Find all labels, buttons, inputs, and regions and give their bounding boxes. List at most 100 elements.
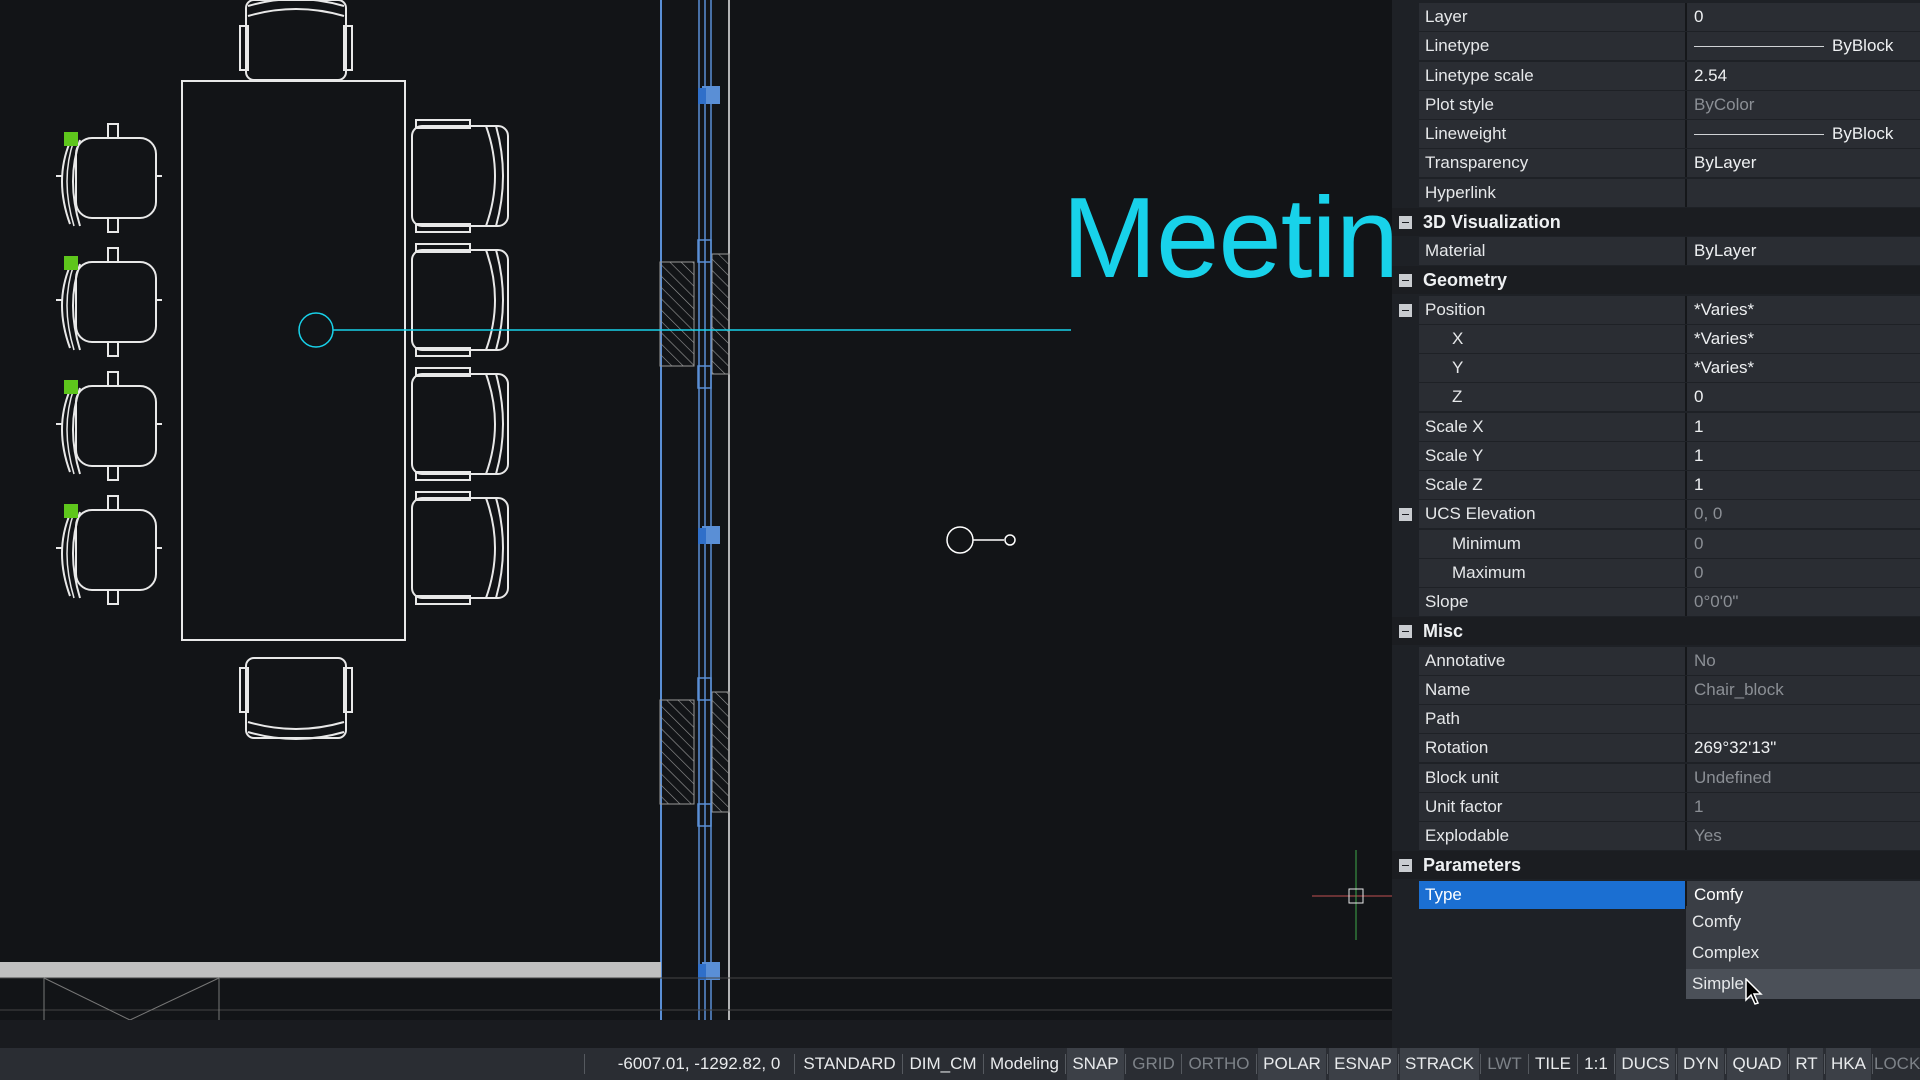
- status-toggle-lockui[interactable]: LOCKUI: [1874, 1048, 1920, 1080]
- collapse-icon[interactable]: [1399, 625, 1412, 638]
- prop-row-position[interactable]: Position *Varies*: [1419, 296, 1920, 324]
- prop-value[interactable]: [1687, 705, 1920, 733]
- status-toggle-rt[interactable]: RT: [1790, 1048, 1823, 1080]
- collapse-icon[interactable]: [1399, 274, 1412, 287]
- prop-row-explodable[interactable]: Explodable Yes: [1419, 822, 1920, 850]
- prop-value[interactable]: *Varies*: [1687, 354, 1920, 382]
- status-toggle-dyn[interactable]: DYN: [1678, 1048, 1724, 1080]
- prop-value[interactable]: ByLayer: [1687, 237, 1920, 265]
- prop-row-minimum[interactable]: Minimum 0: [1419, 530, 1920, 558]
- status-toggle-quad[interactable]: QUAD: [1727, 1048, 1787, 1080]
- prop-row-hyperlink[interactable]: Hyperlink: [1419, 179, 1920, 207]
- meeting-table[interactable]: [181, 80, 406, 641]
- prop-row-scale-x[interactable]: Scale X1: [1419, 413, 1920, 441]
- prop-value[interactable]: [1687, 179, 1920, 207]
- dropdown-option-complex[interactable]: Complex: [1686, 938, 1920, 968]
- status-toggle-1-1[interactable]: 1:1: [1579, 1048, 1613, 1080]
- status-toggle-ortho[interactable]: ORTHO: [1183, 1048, 1255, 1080]
- prop-name: Slope: [1419, 588, 1687, 616]
- prop-value[interactable]: 2.54: [1687, 62, 1920, 90]
- prop-row-lineweight[interactable]: Lineweight ByBlock: [1419, 120, 1920, 148]
- prop-value[interactable]: ByBlock: [1687, 120, 1920, 148]
- prop-value: 0: [1687, 530, 1920, 558]
- status-toggle-tile[interactable]: TILE: [1530, 1048, 1576, 1080]
- grip-1[interactable]: [64, 132, 78, 146]
- collapse-icon[interactable]: [1399, 304, 1412, 317]
- prop-row-linetype-scale[interactable]: Linetype scale 2.54: [1419, 62, 1920, 90]
- prop-row-transparency[interactable]: Transparency ByLayer: [1419, 149, 1920, 177]
- floor-plan-drawing[interactable]: [0, 0, 1392, 1048]
- status-toggle-snap[interactable]: SNAP: [1067, 1048, 1124, 1080]
- prop-value[interactable]: 1: [1687, 471, 1920, 499]
- chair-bottom[interactable]: [239, 657, 353, 740]
- category-3d-visualization[interactable]: 3D Visualization: [1392, 208, 1920, 236]
- prop-value[interactable]: *Varies*: [1687, 296, 1920, 324]
- prop-value[interactable]: 0: [1687, 383, 1920, 411]
- prop-row-x[interactable]: X *Varies*: [1419, 325, 1920, 353]
- prop-row-layer[interactable]: Layer 0: [1419, 3, 1920, 31]
- status-toggle-hka[interactable]: HKA: [1826, 1048, 1871, 1080]
- status-toggle-dim-cm[interactable]: DIM_CM: [904, 1048, 982, 1080]
- status-toggle-standard[interactable]: STANDARD: [798, 1048, 901, 1080]
- prop-row-block-unit[interactable]: Block unit Undefined: [1419, 764, 1920, 792]
- prop-value[interactable]: ByBlock: [1687, 32, 1920, 60]
- prop-value[interactable]: 269°32'13": [1687, 734, 1920, 762]
- prop-value[interactable]: ByLayer: [1687, 149, 1920, 177]
- status-toggle-polar[interactable]: POLAR: [1258, 1048, 1326, 1080]
- status-toggle-modeling[interactable]: Modeling: [985, 1048, 1064, 1080]
- collapse-icon[interactable]: [1399, 508, 1412, 521]
- chair-right-2[interactable]: [411, 243, 509, 357]
- dropdown-option-comfy[interactable]: Comfy: [1686, 907, 1920, 937]
- prop-value[interactable]: 0: [1687, 3, 1920, 31]
- prop-row-slope[interactable]: Slope 0°0'0": [1419, 588, 1920, 616]
- status-toggle-esnap[interactable]: ESNAP: [1329, 1048, 1397, 1080]
- bottom-wall[interactable]: [0, 962, 1392, 1048]
- prop-row-scale-y[interactable]: Scale Y1: [1419, 442, 1920, 470]
- status-toggle-grid[interactable]: GRID: [1127, 1048, 1180, 1080]
- prop-name: Path: [1419, 705, 1687, 733]
- prop-row-y[interactable]: Y *Varies*: [1419, 354, 1920, 382]
- prop-row-annotative[interactable]: Annotative No: [1419, 647, 1920, 675]
- prop-name: Transparency: [1419, 149, 1687, 177]
- grip-2[interactable]: [64, 256, 78, 270]
- prop-row-z[interactable]: Z0: [1419, 383, 1920, 411]
- prop-row-rotation[interactable]: Rotation 269°32'13": [1419, 734, 1920, 762]
- drawing-canvas[interactable]: Meetin: [0, 0, 1392, 1048]
- collapse-icon[interactable]: [1399, 216, 1412, 229]
- collapse-icon[interactable]: [1399, 859, 1412, 872]
- chair-right-4[interactable]: [411, 491, 509, 605]
- prop-row-path[interactable]: Path: [1419, 705, 1920, 733]
- status-toggle-strack[interactable]: STRACK: [1400, 1048, 1479, 1080]
- prop-row-ucs-elevation[interactable]: UCS Elevation 0, 0: [1419, 500, 1920, 528]
- prop-row-maximum[interactable]: Maximum 0: [1419, 559, 1920, 587]
- grip-4[interactable]: [64, 504, 78, 518]
- prop-row-name[interactable]: Name Chair_block: [1419, 676, 1920, 704]
- chair-right-3[interactable]: [411, 367, 509, 481]
- category-misc[interactable]: Misc: [1392, 617, 1920, 645]
- properties-panel[interactable]: Layer 0 Linetype ByBlock Linetype scale 2.54 P…: [1392, 0, 1920, 1048]
- category-parameters[interactable]: Parameters: [1392, 851, 1920, 879]
- prop-row-scale-z[interactable]: Scale Z1: [1419, 471, 1920, 499]
- category-geometry[interactable]: Geometry: [1392, 266, 1920, 294]
- prop-row-plot-style[interactable]: Plot style ByColor: [1419, 91, 1920, 119]
- wall[interactable]: [659, 0, 730, 1020]
- rotation-grip-circle[interactable]: [298, 312, 334, 348]
- status-toggle-ducs[interactable]: DUCS: [1616, 1048, 1675, 1080]
- dropdown-option-simple[interactable]: Simple: [1686, 969, 1920, 999]
- room-label-text[interactable]: Meetin: [1062, 182, 1392, 296]
- status-separator: [1181, 1054, 1182, 1074]
- prop-row-unit-factor[interactable]: Unit factor 1: [1419, 793, 1920, 821]
- prop-row-material[interactable]: Material ByLayer: [1419, 237, 1920, 265]
- prop-row-type[interactable]: Type Comfy: [1419, 881, 1920, 909]
- chair-top[interactable]: [239, 0, 353, 81]
- grip-3[interactable]: [64, 380, 78, 394]
- prop-value[interactable]: *Varies*: [1687, 325, 1920, 353]
- prop-value[interactable]: Comfy: [1687, 881, 1920, 909]
- prop-value[interactable]: 1: [1687, 413, 1920, 441]
- category-label: Misc: [1423, 621, 1464, 641]
- chair-right-1[interactable]: [411, 119, 509, 233]
- status-toggle-lwt[interactable]: LWT: [1482, 1048, 1527, 1080]
- prop-value[interactable]: 1: [1687, 442, 1920, 470]
- prop-row-linetype[interactable]: Linetype ByBlock: [1419, 32, 1920, 60]
- type-dropdown-list[interactable]: Comfy Complex Simple: [1686, 906, 1920, 999]
